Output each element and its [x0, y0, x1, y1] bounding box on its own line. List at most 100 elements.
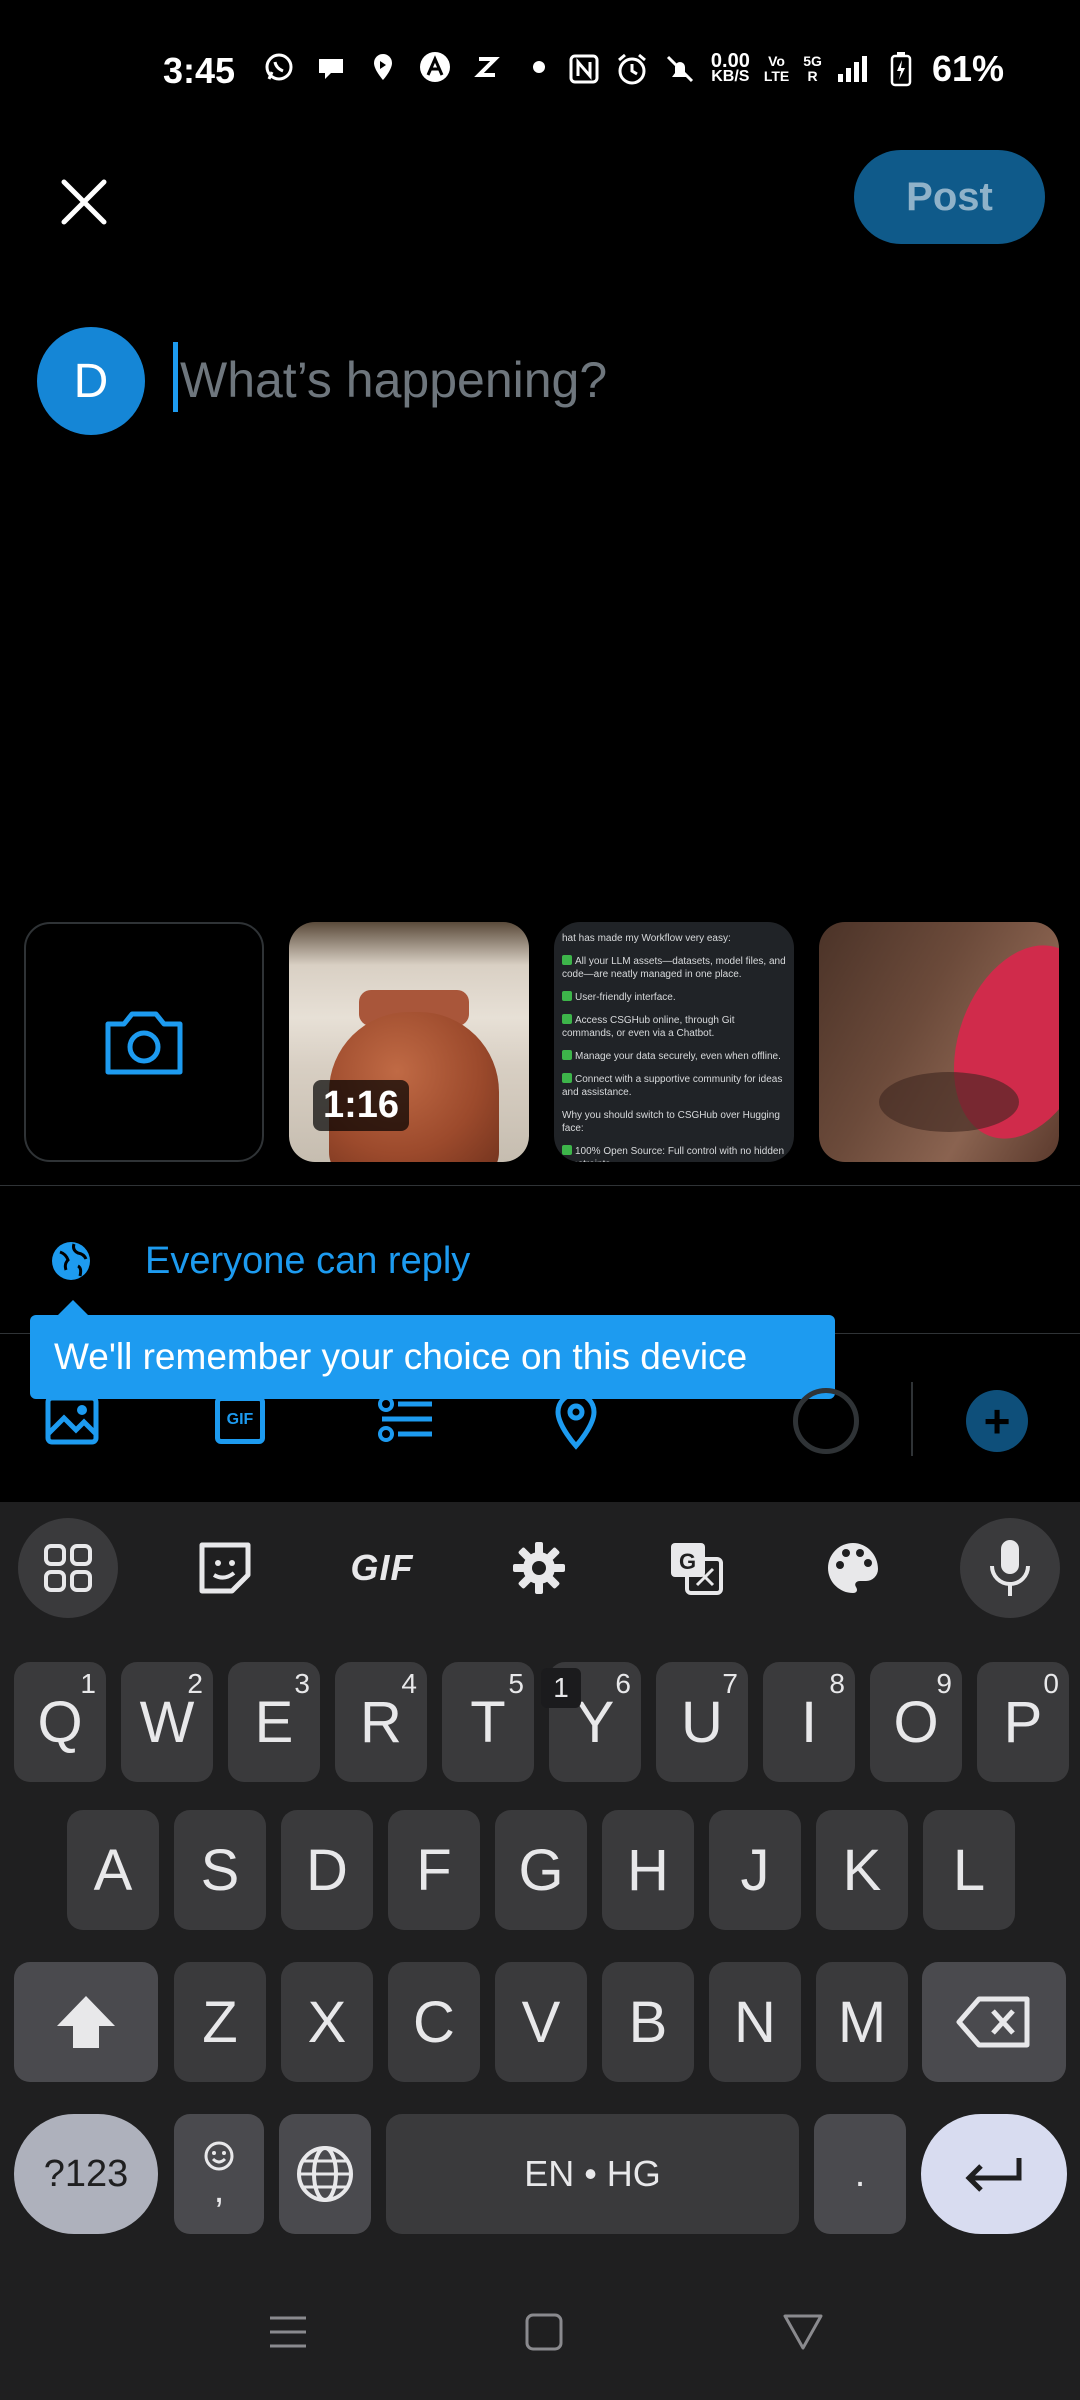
key-g[interactable]: G: [495, 1810, 587, 1930]
square-icon: [525, 2313, 563, 2351]
close-icon: [61, 179, 107, 225]
checkmark-icon: [562, 955, 572, 965]
enter-icon: [965, 2158, 1022, 2192]
notification-icons: [262, 50, 556, 84]
home-button[interactable]: [514, 2302, 574, 2362]
checkmark-icon: [562, 1145, 572, 1155]
media-thumbnail-video[interactable]: 1:16: [289, 922, 529, 1162]
key-w[interactable]: W2: [121, 1662, 213, 1782]
more-notifications-dot-icon: [522, 50, 556, 84]
symbols-key[interactable]: ?123: [14, 2114, 158, 2234]
globe-icon: [297, 2146, 353, 2202]
location-app-icon: [366, 50, 400, 84]
key-i[interactable]: I8: [763, 1662, 855, 1782]
doc-line: Why you should switch to CSGHub over Hug…: [562, 1110, 780, 1134]
microphone-icon: [990, 1540, 1030, 1596]
compose-text-input[interactable]: [180, 340, 980, 420]
key-hint-popup: 1: [541, 1668, 581, 1708]
gif-button[interactable]: GIF: [210, 1390, 270, 1450]
enter-key[interactable]: [921, 2114, 1067, 2234]
keyboard-settings-button[interactable]: [489, 1518, 589, 1618]
keyboard-apps-button[interactable]: [18, 1518, 118, 1618]
key-l[interactable]: L: [923, 1810, 1015, 1930]
translate-icon: G: [671, 1543, 723, 1595]
backspace-icon: [956, 1996, 1030, 2048]
key-c[interactable]: C: [388, 1962, 480, 2082]
checkmark-icon: [562, 991, 572, 1001]
mute-icon: [663, 52, 697, 86]
key-p[interactable]: P0: [977, 1662, 1069, 1782]
checkmark-icon: [562, 1073, 572, 1083]
theme-button[interactable]: [803, 1518, 903, 1618]
sticker-icon: [199, 1542, 251, 1594]
key-o[interactable]: O9: [870, 1662, 962, 1782]
key-j[interactable]: J: [709, 1810, 801, 1930]
divider: [0, 1185, 1080, 1186]
tooltip[interactable]: We'll remember your choice on this devic…: [30, 1315, 835, 1399]
app-a-icon: [418, 50, 452, 84]
app-z-icon: [470, 50, 504, 84]
key-e[interactable]: E3: [228, 1662, 320, 1782]
post-button[interactable]: Post: [854, 150, 1045, 244]
media-thumbnail-screenshot[interactable]: hat has made my Workflow very easy: All …: [554, 922, 794, 1162]
image-icon[interactable]: [42, 1390, 102, 1450]
add-thread-button[interactable]: +: [966, 1390, 1028, 1452]
key-a[interactable]: A: [67, 1810, 159, 1930]
gear-icon: [513, 1542, 565, 1594]
translate-button[interactable]: G: [646, 1518, 746, 1618]
network-speed: 0.00 KB/S: [710, 50, 750, 85]
key-b[interactable]: B: [602, 1962, 694, 2082]
video-duration: 1:16: [313, 1080, 410, 1131]
key-x[interactable]: X: [281, 1962, 373, 2082]
emoji-comma-key[interactable]: ,: [174, 2114, 264, 2234]
space-key[interactable]: EN • HG: [386, 2114, 799, 2234]
toolbar-separator: [911, 1382, 913, 1456]
camera-button[interactable]: [24, 922, 264, 1162]
gif-icon: GIF: [215, 1396, 265, 1444]
language-key[interactable]: [279, 2114, 371, 2234]
key-k[interactable]: K: [816, 1810, 908, 1930]
key-f[interactable]: F: [388, 1810, 480, 1930]
key-u[interactable]: U7: [656, 1662, 748, 1782]
key-r[interactable]: R4: [335, 1662, 427, 1782]
doc-line: hat has made my Workflow very easy:: [562, 933, 731, 944]
media-thumbnail-photo[interactable]: [819, 922, 1059, 1162]
key-d[interactable]: D: [281, 1810, 373, 1930]
back-triangle-icon: [783, 2314, 823, 2350]
menu-icon: [270, 2316, 306, 2348]
media-picker-strip: 1:16 hat has made my Workflow very easy:…: [24, 922, 1059, 1162]
key-v[interactable]: V: [495, 1962, 587, 2082]
key-s[interactable]: S: [174, 1810, 266, 1930]
keyboard-gif-button[interactable]: GIF: [332, 1518, 432, 1618]
status-bar: 3:45 0.00 KB/S Vo LTE 5G R 61%: [0, 0, 1080, 150]
period-key[interactable]: .: [814, 2114, 906, 2234]
camera-icon: [105, 1011, 183, 1075]
poll-icon[interactable]: [376, 1390, 436, 1450]
key-q[interactable]: Q1: [14, 1662, 106, 1782]
key-m[interactable]: M: [816, 1962, 908, 2082]
reply-settings-button[interactable]: Everyone can reply: [145, 1240, 470, 1283]
battery-charging-icon: [884, 52, 918, 87]
keyboard: [0, 1502, 1080, 2400]
recent-apps-button[interactable]: [258, 2302, 318, 2362]
back-button[interactable]: [773, 2302, 833, 2362]
key-t[interactable]: T5: [442, 1662, 534, 1782]
system-indicators: 0.00 KB/S Vo LTE 5G R 61%: [567, 48, 1004, 90]
globe-icon[interactable]: [50, 1240, 92, 1282]
shift-icon: [57, 1996, 115, 2048]
key-n[interactable]: N: [709, 1962, 801, 2082]
backspace-key[interactable]: [922, 1962, 1066, 2082]
sticker-button[interactable]: [175, 1518, 275, 1618]
key-h[interactable]: H: [602, 1810, 694, 1930]
svg-text:G: G: [679, 1549, 696, 1574]
shift-key[interactable]: [14, 1962, 158, 2082]
nfc-icon: [567, 52, 601, 86]
voice-input-button[interactable]: [960, 1518, 1060, 1618]
location-icon[interactable]: [546, 1390, 606, 1450]
key-z[interactable]: Z: [174, 1962, 266, 2082]
close-button[interactable]: [52, 170, 116, 234]
palette-icon: [828, 1543, 878, 1593]
checkmark-icon: [562, 1014, 572, 1024]
text-cursor: [173, 342, 178, 412]
avatar[interactable]: D: [37, 327, 145, 435]
